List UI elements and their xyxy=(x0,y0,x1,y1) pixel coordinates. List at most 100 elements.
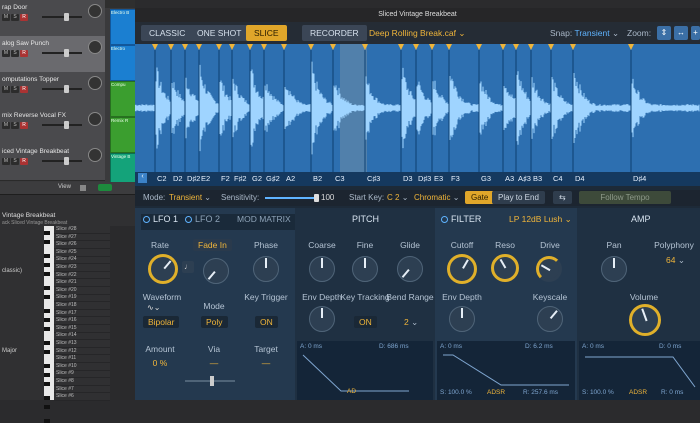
amp-env-mode[interactable]: ADSR xyxy=(629,389,647,396)
slice-note-label[interactable]: D♯2 xyxy=(187,174,200,183)
waveform-icon[interactable]: ∿⌄ xyxy=(147,303,175,313)
record-button[interactable]: R xyxy=(20,14,28,21)
solo-button[interactable]: S xyxy=(11,158,19,165)
slice-marker-handle[interactable] xyxy=(398,44,404,50)
slice-note-label[interactable]: F3 xyxy=(451,174,460,183)
slice-note-label[interactable]: D♯4 xyxy=(633,174,646,183)
key-trigger-value[interactable]: ON xyxy=(255,316,278,328)
slice-marker-handle[interactable] xyxy=(281,44,287,50)
fine-knob[interactable] xyxy=(352,256,378,282)
slice-marker-handle[interactable] xyxy=(168,44,174,50)
black-key[interactable] xyxy=(44,272,50,276)
slice-marker-handle[interactable] xyxy=(247,44,253,50)
piano-roll-grid[interactable] xyxy=(110,226,135,400)
track-region[interactable]: Electro B xyxy=(110,9,137,45)
fader-handle[interactable] xyxy=(64,121,69,129)
slice-note-label[interactable]: B2 xyxy=(313,174,322,183)
follow-tempo-button[interactable]: Follow Tempo xyxy=(579,191,671,204)
volume-fader[interactable] xyxy=(42,13,82,21)
track-header[interactable]: omputations Topper M S R xyxy=(0,72,105,109)
catch-icon[interactable] xyxy=(80,185,86,191)
slice-note-label[interactable]: G♯2 xyxy=(266,174,280,183)
start-key-select[interactable]: C 2 ⌄ xyxy=(387,193,408,202)
black-key[interactable] xyxy=(44,350,50,355)
slice-note-label[interactable]: A2 xyxy=(286,174,295,183)
fader-handle[interactable] xyxy=(64,85,69,93)
bend-range-value[interactable]: 2 ⌄ xyxy=(399,316,423,328)
mute-button[interactable]: M xyxy=(2,86,10,93)
polyphony-select[interactable]: 64 ⌄ xyxy=(661,254,690,266)
slice-marker-handle[interactable] xyxy=(500,44,506,50)
slice-marker-handle[interactable] xyxy=(216,44,222,50)
solo-button[interactable]: S xyxy=(11,50,19,57)
sensitivity-slider-handle[interactable] xyxy=(314,194,319,202)
tab-one-shot[interactable]: ONE SHOT xyxy=(189,25,250,41)
track-region[interactable]: Electro xyxy=(110,45,137,81)
gate-button[interactable]: Gate xyxy=(465,191,495,204)
filter-type-select[interactable]: LP 12dB Lush ⌄ xyxy=(509,214,572,225)
rate-knob[interactable] xyxy=(148,254,178,284)
volume-knob[interactable] xyxy=(629,304,661,336)
pan-knob[interactable] xyxy=(88,76,102,90)
slice-marker-handle[interactable] xyxy=(528,44,534,50)
pitch-env-depth-knob[interactable] xyxy=(309,306,335,332)
slice-note-label[interactable]: D♯3 xyxy=(418,174,431,183)
solo-button[interactable]: S xyxy=(11,86,19,93)
tab-recorder[interactable]: RECORDER xyxy=(302,25,367,41)
phase-knob[interactable] xyxy=(253,256,279,282)
slice-marker-handle[interactable] xyxy=(570,44,576,50)
volume-fader[interactable] xyxy=(42,121,82,129)
amp-envelope[interactable]: A: 0 ms D: 0 ms S: 100.0 % ADSR R: 0 ms xyxy=(579,341,700,400)
slice-marker-handle[interactable] xyxy=(196,44,202,50)
filter-power[interactable]: FILTER xyxy=(441,214,481,224)
black-key[interactable] xyxy=(44,295,50,299)
slice-note-label[interactable]: C3 xyxy=(335,174,345,183)
coarse-knob[interactable] xyxy=(309,256,335,282)
timeline-ruler[interactable] xyxy=(105,0,135,8)
sync-note-icon[interactable]: ♩ xyxy=(182,261,194,273)
filter-env-mode[interactable]: ADSR xyxy=(487,389,505,396)
mode-select[interactable]: Transient ⌄ xyxy=(169,193,211,202)
pitch-envelope[interactable]: A: 0 ms D: 686 ms AD xyxy=(297,341,433,400)
slice-marker-handle[interactable] xyxy=(476,44,482,50)
black-key[interactable] xyxy=(44,373,50,378)
slice-note-label[interactable]: G3 xyxy=(481,174,491,183)
record-button[interactable]: R xyxy=(20,50,28,57)
fade-in-button[interactable]: Fade In xyxy=(193,239,232,251)
black-key[interactable] xyxy=(44,341,50,345)
tab-classic[interactable]: CLASSIC xyxy=(141,25,194,41)
pan-knob[interactable] xyxy=(601,256,627,282)
waveform-display[interactable] xyxy=(135,44,700,186)
zoom-extra-icon[interactable]: + xyxy=(691,26,700,40)
slice-note-label[interactable]: F♯2 xyxy=(234,174,247,183)
track-region[interactable]: Compu xyxy=(110,81,137,117)
record-button[interactable]: R xyxy=(20,158,28,165)
slice-note-label[interactable]: A♯3 xyxy=(518,174,531,183)
zoom-fit-icon[interactable]: ⇕ xyxy=(657,26,671,40)
view-menu[interactable]: View xyxy=(58,184,71,190)
mode-toggle[interactable] xyxy=(98,184,112,191)
track-header[interactable]: alog Saw Punch M S R xyxy=(0,36,105,73)
mute-button[interactable]: M xyxy=(2,14,10,21)
black-key[interactable] xyxy=(44,253,50,258)
power-icon[interactable] xyxy=(441,216,448,223)
key-tracking-value[interactable]: ON xyxy=(354,316,377,328)
filter-envelope[interactable]: A: 0 ms D: 6.2 ms S: 100.0 % ADSR R: 257… xyxy=(437,341,575,400)
pan-knob[interactable] xyxy=(88,112,102,126)
reso-knob[interactable] xyxy=(491,254,519,282)
slice-note-label[interactable]: D3 xyxy=(403,174,413,183)
slice-note-label[interactable]: E2 xyxy=(201,174,210,183)
mute-button[interactable]: M xyxy=(2,122,10,129)
black-key[interactable] xyxy=(44,364,50,368)
slice-marker-handle[interactable] xyxy=(152,44,158,50)
via-value[interactable]: — xyxy=(187,358,241,368)
mod-matrix-tab[interactable]: MOD MATRIX xyxy=(237,214,291,224)
lfo-mode-value[interactable]: Poly xyxy=(201,316,228,328)
slice-marker-handle[interactable] xyxy=(229,44,235,50)
fade-in-knob[interactable] xyxy=(203,258,229,284)
slice-marker-handle[interactable] xyxy=(628,44,634,50)
slice-note-label[interactable]: G2 xyxy=(252,174,262,183)
slice-marker-handle[interactable] xyxy=(308,44,314,50)
fader-handle[interactable] xyxy=(64,13,69,21)
slice-note-label[interactable]: C♯3 xyxy=(367,174,380,183)
